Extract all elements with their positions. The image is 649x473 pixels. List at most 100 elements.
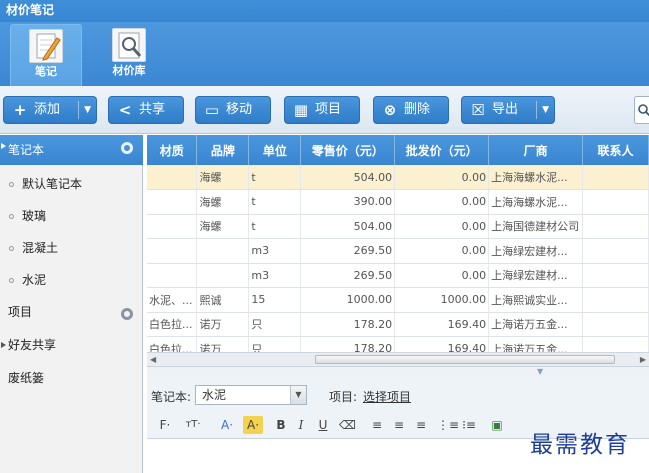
table-cell	[147, 214, 198, 239]
sidebar-item-friends-share[interactable]: 好友共享	[0, 334, 143, 356]
notebook-pencil-icon	[29, 29, 63, 63]
insert-image-icon[interactable]: ▣	[489, 416, 505, 434]
search-icon	[638, 104, 649, 117]
table-cell	[582, 312, 649, 337]
sidebar-item-label: 玻璃	[22, 209, 47, 223]
table-cell	[196, 263, 250, 288]
search-button[interactable]	[634, 96, 649, 124]
font-color-icon[interactable]: A·	[217, 416, 237, 434]
table-cell: 0.00	[394, 238, 490, 264]
underline-icon[interactable]: U	[315, 416, 331, 434]
chevron-down-icon[interactable]: ▼	[542, 97, 549, 123]
sidebar-header-label: 笔记本	[8, 143, 45, 157]
align-center-icon[interactable]: ≡	[391, 416, 407, 434]
column-header[interactable]: 联系人	[582, 135, 649, 165]
table-cell: t	[248, 189, 302, 215]
pane-splitter[interactable]: ▼	[147, 366, 649, 378]
expand-arrow-icon[interactable]	[1, 143, 6, 149]
table-cell: 上海绿宏建材...	[488, 238, 584, 264]
share-button[interactable]: < 共享	[108, 96, 184, 124]
table-cell	[147, 165, 198, 190]
table-cell: 0.00	[394, 189, 490, 215]
sidebar-item-glass[interactable]: 玻璃	[0, 205, 143, 227]
sidebar-item-label: 混凝土	[22, 241, 59, 255]
add-button[interactable]: + 添加 ▼	[3, 96, 97, 124]
nav-ribbon: 笔记 材价库	[0, 22, 649, 86]
table-row[interactable]: 白色拉... 诺万只 178.20 169.40 上海诺万五金...	[147, 312, 649, 337]
table-cell: 15	[248, 287, 302, 313]
table-cell: 1000.00	[300, 287, 396, 313]
chevron-down-icon[interactable]: ▼	[84, 97, 91, 123]
scroll-left-icon[interactable]: ◀	[150, 355, 156, 364]
column-header[interactable]: 品牌	[196, 135, 250, 165]
bold-icon[interactable]: B	[273, 416, 289, 434]
magnifier-document-icon	[112, 28, 146, 62]
table-cell: m3	[248, 263, 302, 288]
move-button-label: 移动	[226, 102, 253, 117]
delete-button-label: 删除	[404, 102, 431, 117]
table-cell: 178.20	[300, 312, 396, 337]
column-header[interactable]: 材质	[147, 135, 198, 165]
sidebar-item-trash[interactable]: 废纸篓	[0, 367, 143, 389]
table-row[interactable]: 水泥、... 熙诚 15 1000.00 1000.00 上海熙诚实业...	[147, 287, 649, 313]
table-cell: m3	[248, 238, 302, 264]
highlight-icon[interactable]: A·	[243, 416, 263, 434]
sidebar: 笔记本 默认笔记本 玻璃 混凝土 水泥 项目 好友共享 废纸篓	[0, 135, 143, 473]
align-left-icon[interactable]: ≡	[369, 416, 385, 434]
table-row[interactable]: 海螺 t 390.00 0.00 上海海螺水泥...	[147, 189, 649, 215]
bullet-list-icon[interactable]: ⁝≡	[461, 416, 477, 434]
sidebar-item-cement[interactable]: 水泥	[0, 269, 143, 291]
expand-arrow-icon[interactable]	[1, 342, 6, 348]
table-row[interactable]: m3 269.50 0.00 上海绿宏建材...	[147, 263, 649, 288]
scrollbar-thumb[interactable]	[315, 355, 615, 364]
sidebar-item-project[interactable]: 项目	[0, 301, 143, 323]
app-window: 材价笔记 笔记 材价库 + 添加 ▼ < 共享 ▭ 移动 ▦ 项目 ⊗ 删除 ☒…	[0, 0, 649, 473]
select-project-link[interactable]: 选择项目	[363, 388, 411, 405]
watermark-text: 最需教育	[530, 432, 630, 458]
column-header[interactable]: 批发价（元）	[394, 135, 490, 165]
eraser-icon[interactable]: ⌫	[339, 416, 356, 434]
table-cell: 海螺	[196, 214, 250, 239]
font-family-icon[interactable]: F·	[155, 416, 175, 434]
column-header[interactable]: 单位	[248, 135, 302, 165]
table-cell	[196, 238, 250, 264]
chevron-down-icon[interactable]: ▼	[290, 386, 306, 404]
table-row[interactable]: 海螺 t 504.00 0.00 上海海螺水泥...	[147, 165, 649, 190]
notebook-label: 笔记本:	[151, 390, 192, 404]
table-cell	[147, 189, 198, 215]
scroll-right-icon[interactable]: ▶	[640, 355, 646, 364]
align-right-icon[interactable]: ≡	[413, 416, 429, 434]
column-header[interactable]: 厂商	[488, 135, 584, 165]
tab-price-library[interactable]: 材价库	[93, 24, 165, 86]
add-button-label: 添加	[34, 102, 61, 117]
notebook-select[interactable]: 水泥 ▼	[195, 385, 307, 405]
gear-icon[interactable]	[121, 142, 133, 154]
table-cell: 海螺	[196, 189, 250, 215]
table-cell: 熙诚	[196, 287, 250, 313]
move-button[interactable]: ▭ 移动	[195, 96, 271, 124]
gear-icon[interactable]	[121, 308, 133, 320]
font-size-icon[interactable]: тT·	[183, 416, 203, 434]
table-row[interactable]: m3 269.50 0.00 上海绿宏建材...	[147, 238, 649, 264]
table-cell: 白色拉...	[147, 312, 198, 337]
project-label: 项目:	[329, 390, 358, 404]
export-button[interactable]: ☒ 导出 ▼	[461, 96, 555, 124]
table-cell: 504.00	[300, 165, 396, 190]
sidebar-item-concrete[interactable]: 混凝土	[0, 237, 143, 259]
horizontal-scrollbar[interactable]: ◀ ▶	[147, 352, 649, 366]
italic-icon[interactable]: I	[293, 416, 309, 434]
delete-button[interactable]: ⊗ 删除	[373, 96, 449, 124]
sidebar-item-default-notebook[interactable]: 默认笔记本	[0, 173, 143, 195]
table-header: 材质 品牌 单位 零售价（元） 批发价（元） 厂商 联系人	[147, 135, 649, 165]
numbered-list-icon[interactable]: ⋮≡	[437, 416, 459, 434]
table-cell: 上海诺万五金...	[488, 312, 584, 337]
project-button[interactable]: ▦ 项目	[284, 96, 360, 124]
share-button-label: 共享	[139, 102, 166, 117]
tab-notes[interactable]: 笔记	[10, 24, 82, 86]
collapse-arrow-icon[interactable]: ▼	[537, 367, 543, 376]
materials-table: 材质 品牌 单位 零售价（元） 批发价（元） 厂商 联系人 海螺 t 504.00 0.00 上海海…	[147, 135, 649, 357]
table-row[interactable]: 海螺 t 504.00 0.00 上海国德建材公司	[147, 214, 649, 239]
table-cell: 水泥、...	[147, 287, 198, 313]
column-header[interactable]: 零售价（元）	[300, 135, 396, 165]
sidebar-notebooks-header[interactable]: 笔记本	[0, 135, 143, 165]
